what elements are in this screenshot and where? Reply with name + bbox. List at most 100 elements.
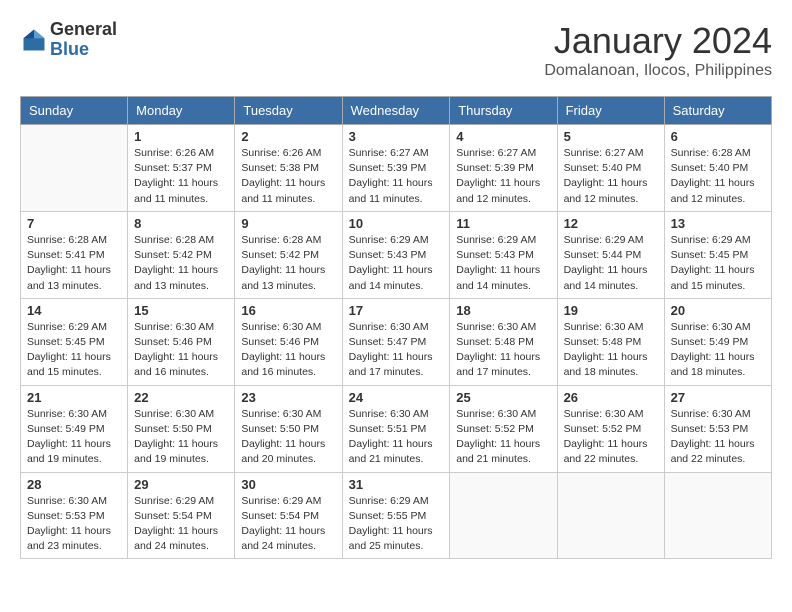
day-info: Sunrise: 6:29 AMSunset: 5:54 PMDaylight:…	[134, 494, 228, 555]
calendar-table: SundayMondayTuesdayWednesdayThursdayFrid…	[20, 96, 772, 559]
calendar-cell: 25 Sunrise: 6:30 AMSunset: 5:52 PMDayligh…	[450, 385, 557, 472]
calendar-cell: 23 Sunrise: 6:30 AMSunset: 5:50 PMDayligh…	[235, 385, 342, 472]
calendar-cell: 5 Sunrise: 6:27 AMSunset: 5:40 PMDaylight…	[557, 125, 664, 212]
calendar-cell: 24 Sunrise: 6:30 AMSunset: 5:51 PMDayligh…	[342, 385, 450, 472]
day-info: Sunrise: 6:29 AMSunset: 5:44 PMDaylight:…	[564, 233, 658, 294]
day-number: 5	[564, 129, 658, 144]
day-number: 11	[456, 216, 550, 231]
day-info: Sunrise: 6:26 AMSunset: 5:38 PMDaylight:…	[241, 146, 335, 207]
calendar-cell: 13 Sunrise: 6:29 AMSunset: 5:45 PMDayligh…	[664, 211, 771, 298]
day-number: 25	[456, 390, 550, 405]
week-row-5: 28Sunrise: 6:30 AMSunset: 5:53 PMDayligh…	[21, 472, 772, 559]
day-number: 26	[564, 390, 658, 405]
calendar-cell	[557, 472, 664, 559]
day-info: Sunrise: 6:27 AMSunset: 5:40 PMDaylight:…	[564, 146, 658, 207]
day-info: Sunrise: 6:30 AMSunset: 5:50 PMDaylight:…	[241, 407, 335, 468]
calendar-cell: 26Sunrise: 6:30 AMSunset: 5:52 PMDayligh…	[557, 385, 664, 472]
day-info: Sunrise: 6:26 AMSunset: 5:37 PMDaylight:…	[134, 146, 228, 207]
weekday-header-thursday: Thursday	[450, 97, 557, 125]
calendar-cell: 3Sunrise: 6:27 AMSunset: 5:39 PMDaylight…	[342, 125, 450, 212]
day-number: 27	[671, 390, 765, 405]
day-number: 8	[134, 216, 228, 231]
day-info: Sunrise: 6:27 AMSunset: 5:39 PMDaylight:…	[456, 146, 550, 207]
day-number: 13	[671, 216, 765, 231]
day-info: Sunrise: 6:29 AMSunset: 5:45 PMDaylight:…	[671, 233, 765, 294]
location-subtitle: Domalanoan, Ilocos, Philippines	[544, 62, 772, 80]
calendar-cell: 21Sunrise: 6:30 AMSunset: 5:49 PMDayligh…	[21, 385, 128, 472]
day-info: Sunrise: 6:27 AMSunset: 5:39 PMDaylight:…	[349, 146, 444, 207]
calendar-cell: 19Sunrise: 6:30 AMSunset: 5:48 PMDayligh…	[557, 298, 664, 385]
day-info: Sunrise: 6:28 AMSunset: 5:42 PMDaylight:…	[241, 233, 335, 294]
calendar-cell: 20 Sunrise: 6:30 AMSunset: 5:49 PMDayligh…	[664, 298, 771, 385]
calendar-cell: 30Sunrise: 6:29 AMSunset: 5:54 PMDayligh…	[235, 472, 342, 559]
day-info: Sunrise: 6:29 AMSunset: 5:45 PMDaylight:…	[27, 320, 121, 381]
day-info: Sunrise: 6:28 AMSunset: 5:42 PMDaylight:…	[134, 233, 228, 294]
week-row-4: 21Sunrise: 6:30 AMSunset: 5:49 PMDayligh…	[21, 385, 772, 472]
calendar-cell: 6Sunrise: 6:28 AMSunset: 5:40 PMDaylight…	[664, 125, 771, 212]
calendar-cell: 7 Sunrise: 6:28 AMSunset: 5:41 PMDaylight…	[21, 211, 128, 298]
calendar-cell: 4 Sunrise: 6:27 AMSunset: 5:39 PMDaylight…	[450, 125, 557, 212]
weekday-header-monday: Monday	[128, 97, 235, 125]
calendar-cell: 2 Sunrise: 6:26 AMSunset: 5:38 PMDaylight…	[235, 125, 342, 212]
calendar-cell: 29 Sunrise: 6:29 AMSunset: 5:54 PMDayligh…	[128, 472, 235, 559]
calendar-cell: 18Sunrise: 6:30 AMSunset: 5:48 PMDayligh…	[450, 298, 557, 385]
day-number: 10	[349, 216, 444, 231]
calendar-cell: 11 Sunrise: 6:29 AMSunset: 5:43 PMDayligh…	[450, 211, 557, 298]
day-info: Sunrise: 6:30 AMSunset: 5:49 PMDaylight:…	[27, 407, 121, 468]
weekday-header-row: SundayMondayTuesdayWednesdayThursdayFrid…	[21, 97, 772, 125]
day-number: 19	[564, 303, 658, 318]
weekday-header-saturday: Saturday	[664, 97, 771, 125]
day-number: 31	[349, 477, 444, 492]
day-number: 7	[27, 216, 121, 231]
calendar-cell: 8 Sunrise: 6:28 AMSunset: 5:42 PMDaylight…	[128, 211, 235, 298]
week-row-3: 14 Sunrise: 6:29 AMSunset: 5:45 PMDayligh…	[21, 298, 772, 385]
day-number: 9	[241, 216, 335, 231]
day-info: Sunrise: 6:30 AMSunset: 5:52 PMDaylight:…	[456, 407, 550, 468]
day-number: 15	[134, 303, 228, 318]
day-info: Sunrise: 6:30 AMSunset: 5:46 PMDaylight:…	[134, 320, 228, 381]
day-info: Sunrise: 6:29 AMSunset: 5:43 PMDaylight:…	[456, 233, 550, 294]
day-number: 20	[671, 303, 765, 318]
calendar-cell: 9 Sunrise: 6:28 AMSunset: 5:42 PMDaylight…	[235, 211, 342, 298]
day-info: Sunrise: 6:30 AMSunset: 5:47 PMDaylight:…	[349, 320, 444, 381]
day-info: Sunrise: 6:30 AMSunset: 5:53 PMDaylight:…	[671, 407, 765, 468]
weekday-header-sunday: Sunday	[21, 97, 128, 125]
day-number: 16	[241, 303, 335, 318]
logo-general-text: General	[50, 19, 117, 39]
calendar-cell: 12 Sunrise: 6:29 AMSunset: 5:44 PMDayligh…	[557, 211, 664, 298]
logo: General Blue	[20, 20, 117, 60]
day-info: Sunrise: 6:30 AMSunset: 5:51 PMDaylight:…	[349, 407, 444, 468]
calendar-cell	[664, 472, 771, 559]
page-header: General Blue January 2024 Domalanoan, Il…	[20, 20, 772, 80]
calendar-cell: 16Sunrise: 6:30 AMSunset: 5:46 PMDayligh…	[235, 298, 342, 385]
day-number: 6	[671, 129, 765, 144]
weekday-header-friday: Friday	[557, 97, 664, 125]
day-info: Sunrise: 6:30 AMSunset: 5:48 PMDaylight:…	[456, 320, 550, 381]
calendar-cell	[21, 125, 128, 212]
day-number: 12	[564, 216, 658, 231]
day-number: 28	[27, 477, 121, 492]
logo-icon	[20, 26, 48, 54]
day-number: 17	[349, 303, 444, 318]
calendar-cell: 14 Sunrise: 6:29 AMSunset: 5:45 PMDayligh…	[21, 298, 128, 385]
day-number: 24	[349, 390, 444, 405]
day-number: 14	[27, 303, 121, 318]
month-title: January 2024	[544, 20, 772, 62]
title-block: January 2024 Domalanoan, Ilocos, Philipp…	[544, 20, 772, 80]
day-number: 23	[241, 390, 335, 405]
calendar-cell: 17 Sunrise: 6:30 AMSunset: 5:47 PMDayligh…	[342, 298, 450, 385]
day-number: 1	[134, 129, 228, 144]
day-number: 29	[134, 477, 228, 492]
day-info: Sunrise: 6:30 AMSunset: 5:49 PMDaylight:…	[671, 320, 765, 381]
weekday-header-tuesday: Tuesday	[235, 97, 342, 125]
week-row-2: 7 Sunrise: 6:28 AMSunset: 5:41 PMDaylight…	[21, 211, 772, 298]
day-info: Sunrise: 6:29 AMSunset: 5:55 PMDaylight:…	[349, 494, 444, 555]
day-number: 2	[241, 129, 335, 144]
day-number: 22	[134, 390, 228, 405]
calendar-cell: 1 Sunrise: 6:26 AMSunset: 5:37 PMDaylight…	[128, 125, 235, 212]
day-info: Sunrise: 6:29 AMSunset: 5:43 PMDaylight:…	[349, 233, 444, 294]
day-info: Sunrise: 6:28 AMSunset: 5:41 PMDaylight:…	[27, 233, 121, 294]
weekday-header-wednesday: Wednesday	[342, 97, 450, 125]
day-number: 4	[456, 129, 550, 144]
calendar-cell	[450, 472, 557, 559]
